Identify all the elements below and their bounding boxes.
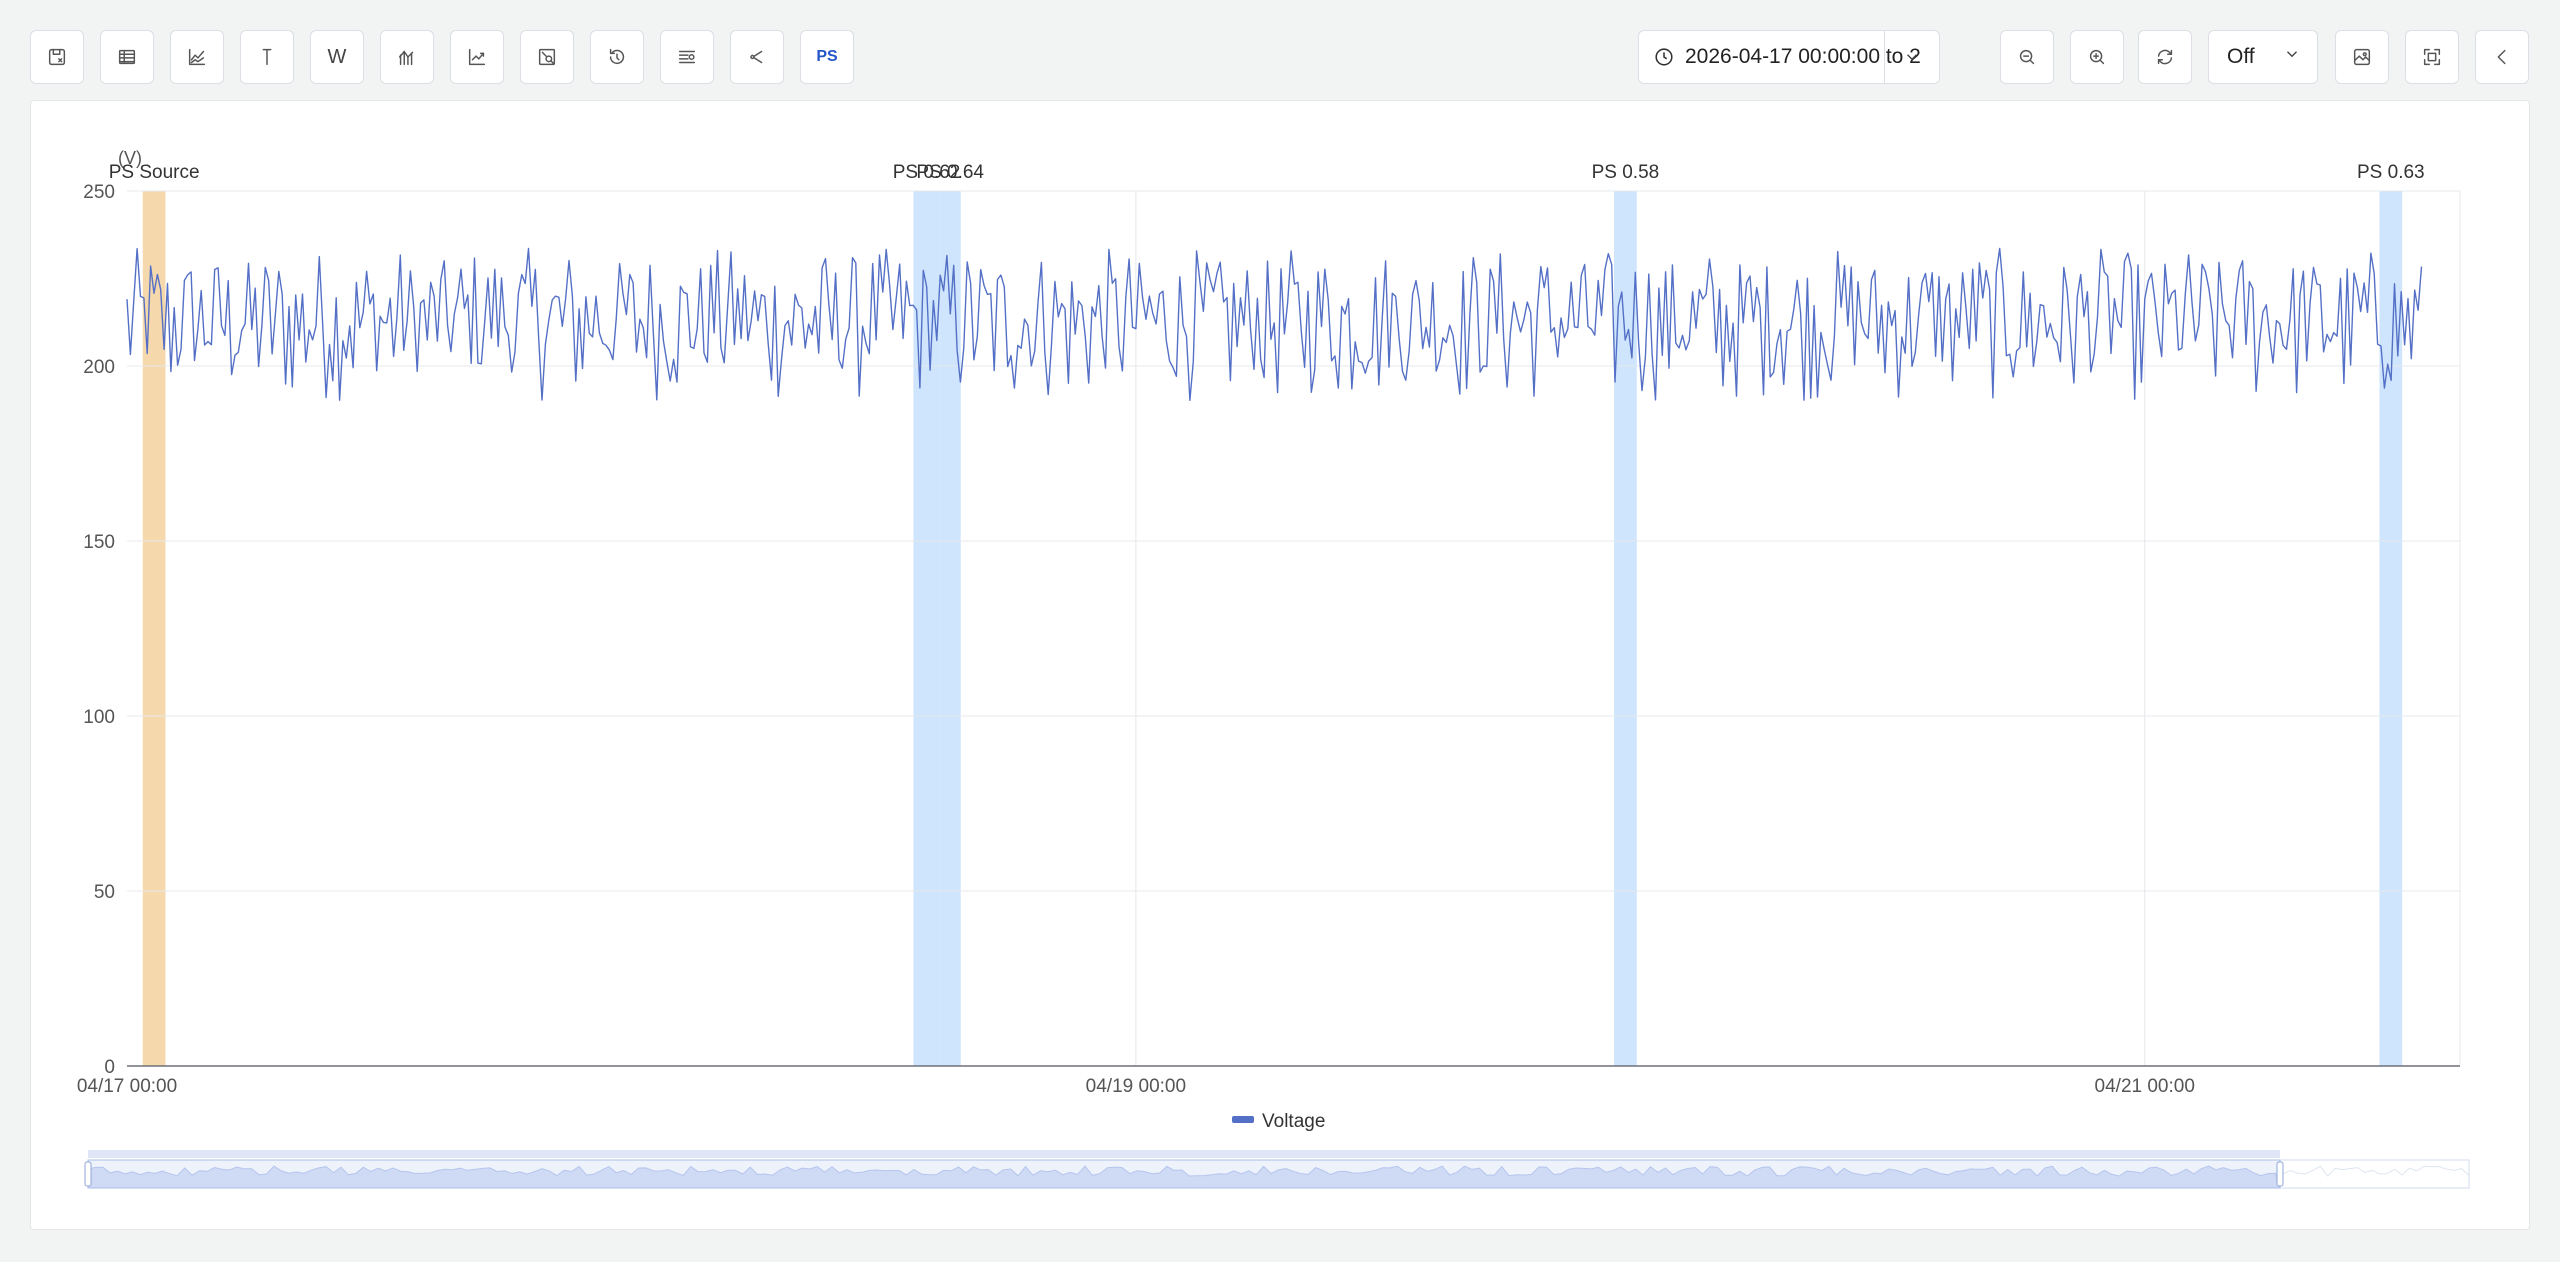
y-tick-label: 250 [83,182,115,203]
band-2[interactable] [939,191,961,1066]
voltage-chart[interactable]: 0 50 100 150 200 250 04/17 00:00 04/19 00:00 04/… [0,0,2560,1262]
y-tick-label: 150 [83,532,115,553]
x-tick-label: 04/19 00:00 [1086,1076,1186,1097]
band-4[interactable] [2379,191,2403,1066]
zoom-slider-move-bar[interactable] [88,1150,2280,1158]
band-label-2: PS 0.64 [916,162,984,183]
band-label-4: PS 0.63 [2357,162,2425,183]
y-tick-label: 0 [104,1057,115,1078]
x-tick-label: 04/17 00:00 [77,1076,177,1097]
voltage-series-line[interactable] [126,247,2423,401]
legend-label-voltage[interactable]: Voltage [1262,1111,1325,1132]
y-tick-label: 200 [83,357,115,378]
zoom-slider-handle-left[interactable] [84,1161,92,1187]
band-label-0: PS Source [109,162,200,183]
x-tick-label: 04/21 00:00 [2095,1076,2195,1097]
band-label-3: PS 0.58 [1592,162,1660,183]
zoom-slider-handle-right[interactable] [2276,1161,2284,1187]
y-tick-label: 50 [94,882,115,903]
legend-swatch [1232,1116,1254,1123]
y-tick-label: 100 [83,707,115,728]
zoom-slider-selection[interactable] [87,1159,2281,1189]
